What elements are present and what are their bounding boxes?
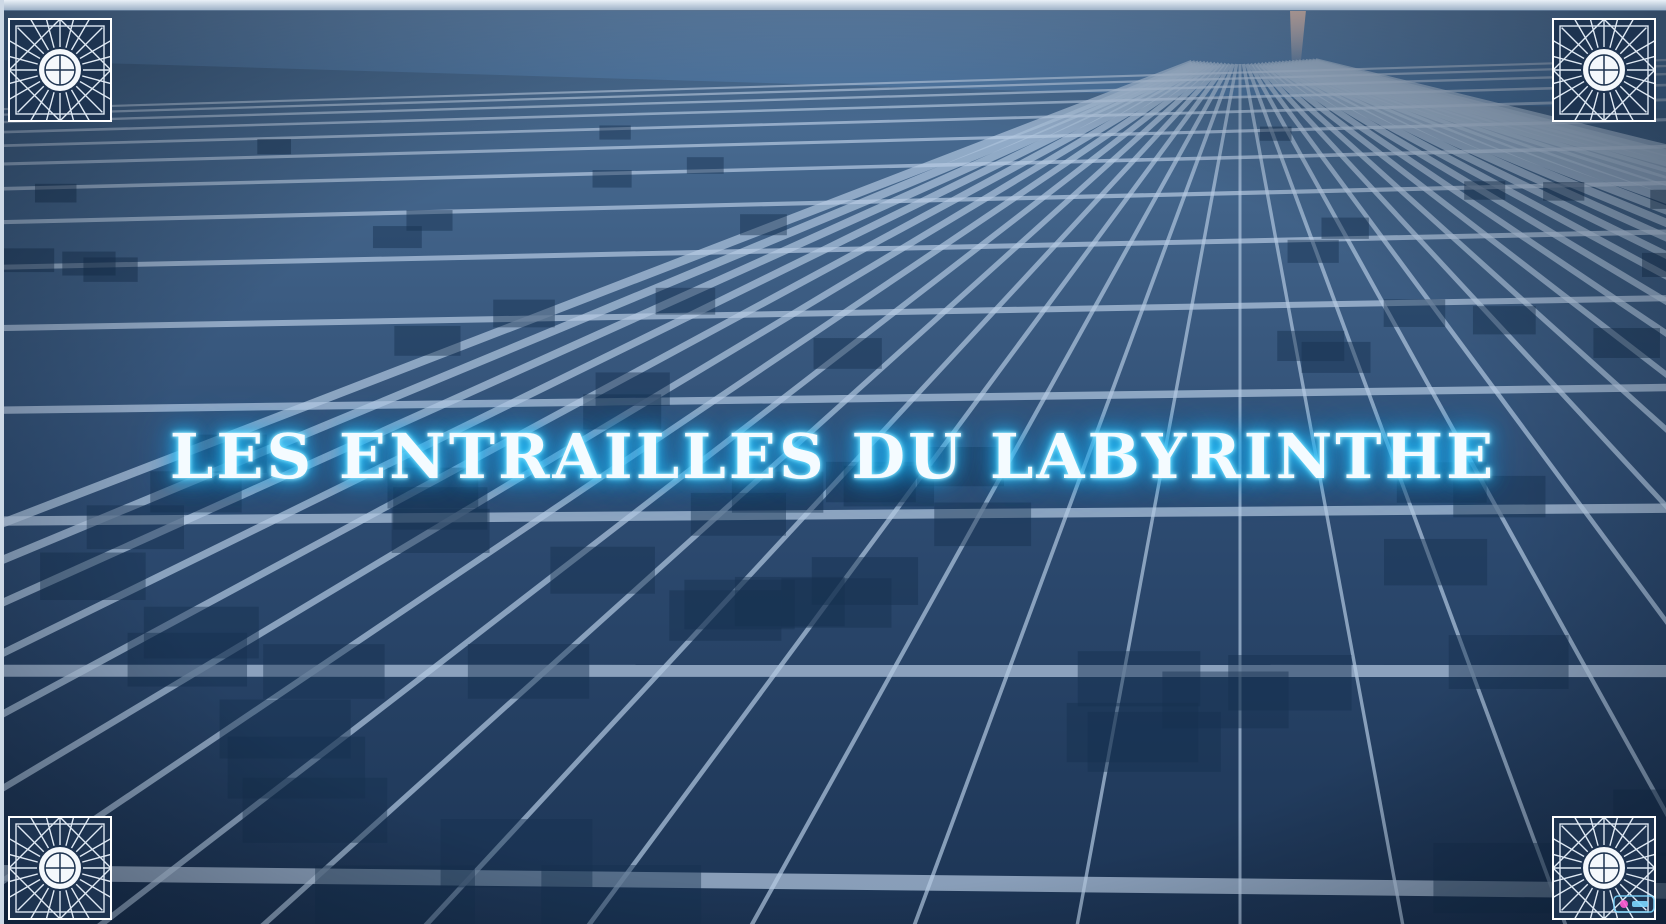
ornamental-compass-icon bbox=[8, 18, 112, 122]
frame-top-border bbox=[0, 0, 1666, 11]
video-title: LES ENTRAILLES DU LABYRINTHE bbox=[169, 420, 1497, 493]
ornamental-compass-icon bbox=[8, 816, 112, 920]
ornamental-compass-icon bbox=[1552, 18, 1656, 122]
channel-logo-icon bbox=[1612, 892, 1656, 916]
video-frame: LES ENTRAILLES DU LABYRINTHE bbox=[0, 0, 1666, 924]
